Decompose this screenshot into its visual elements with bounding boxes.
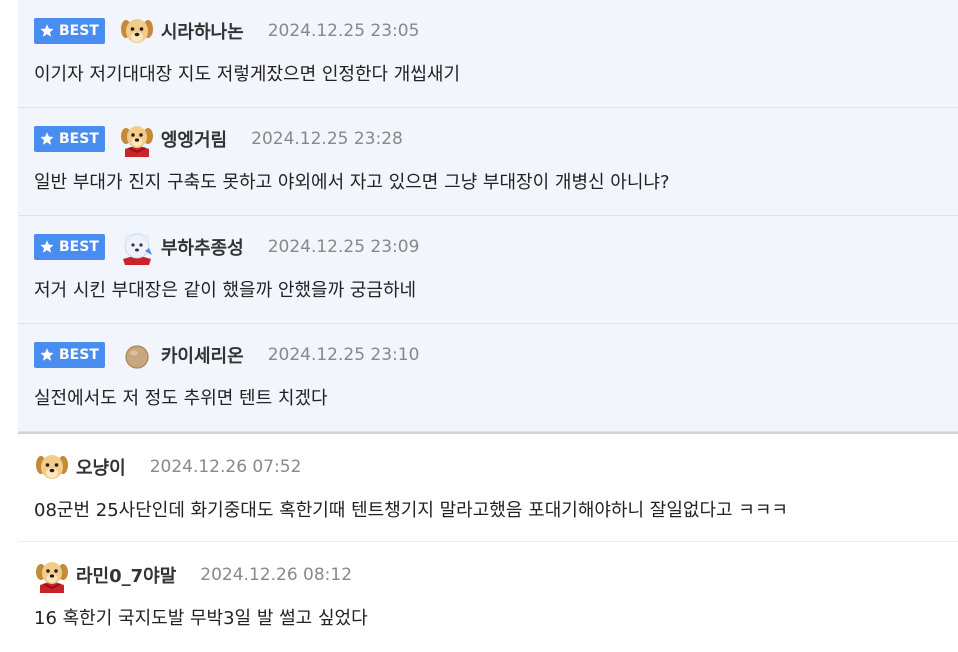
puppy-icon[interactable]	[34, 449, 70, 485]
comment-nickname[interactable]: 시라하나논	[161, 18, 244, 44]
comment-text: 일반 부대가 진지 구축도 못하고 야외에서 자고 있으면 그냥 부대장이 개병…	[34, 172, 670, 193]
best-comment: BEST 카이세리온 2024.12.25 23:10 실전에서도 저 정도 추…	[18, 324, 958, 432]
best-comment: BEST 엥엥거림 2024.12.25 23:28 일반 부대가 진지 구축도…	[18, 108, 958, 216]
puppy-red-cape-icon[interactable]	[34, 557, 70, 593]
comment-text: 실전에서도 저 정도 추위면 텐트 치겠다	[34, 388, 328, 409]
best-badge-label: BEST	[59, 239, 99, 255]
best-badge: BEST	[34, 126, 105, 152]
brown-circle-icon[interactable]	[119, 337, 155, 373]
best-comment: BEST 시라하나논 2024.12.25 23:05 이기자 저기대대장 지도…	[18, 0, 958, 108]
comment-list: BEST 시라하나논 2024.12.25 23:05 이기자 저기대대장 지도…	[18, 0, 958, 652]
comment-date: 2024.12.25 23:10	[267, 345, 420, 365]
comment-nickname[interactable]: 오냥이	[76, 454, 126, 480]
star-icon	[39, 23, 55, 39]
best-badge-label: BEST	[59, 23, 99, 39]
comment-nickname[interactable]: 라민0_7야말	[76, 562, 176, 588]
comment-header: BEST 카이세리온 2024.12.25 23:10	[34, 338, 419, 372]
star-icon	[39, 239, 55, 255]
comment-date: 2024.12.26 08:12	[200, 565, 353, 585]
comment-nickname[interactable]: 카이세리온	[161, 342, 244, 368]
comment-date: 2024.12.25 23:09	[267, 237, 420, 257]
best-badge: BEST	[34, 234, 105, 260]
comment-header: BEST 시라하나논 2024.12.25 23:05	[34, 14, 419, 48]
comment-date: 2024.12.25 23:05	[267, 21, 420, 41]
comment-header: BEST 엥엥거림 2024.12.25 23:28	[34, 122, 403, 156]
best-badge: BEST	[34, 18, 105, 44]
comment-nickname[interactable]: 엥엥거림	[161, 126, 227, 152]
comment-nickname[interactable]: 부하추종성	[161, 234, 244, 260]
puppy-icon[interactable]	[119, 13, 155, 49]
star-icon	[39, 347, 55, 363]
best-comment: BEST 부하추종성 2024.12.25 23:09 저거 시킨 부대장은 같…	[18, 216, 958, 324]
puppy-red-cape-icon[interactable]	[119, 121, 155, 157]
comment-text: 16 혹한기 국지도발 무박3일 발 썰고 싶었다	[34, 608, 368, 629]
comment-header: 오냥이 2024.12.26 07:52	[34, 450, 301, 484]
best-badge-label: BEST	[59, 131, 99, 147]
comment-date: 2024.12.25 23:28	[251, 129, 403, 149]
star-icon	[39, 131, 55, 147]
best-badge: BEST	[34, 342, 105, 368]
best-badge-label: BEST	[59, 347, 99, 363]
comment-header: BEST 부하추종성 2024.12.25 23:09	[34, 230, 419, 264]
comment-date: 2024.12.26 07:52	[149, 457, 302, 477]
comment: 라민0_7야말 2024.12.26 08:12 16 혹한기 국지도발 무박3…	[18, 542, 958, 652]
comment-text: 저거 시킨 부대장은 같이 했을까 안했을까 궁금하네	[34, 280, 417, 301]
comment: 오냥이 2024.12.26 07:52 08군번 25사단인데 화기중대도 혹…	[18, 432, 958, 542]
white-dog-icon[interactable]	[119, 229, 155, 265]
comment-text: 08군번 25사단인데 화기중대도 혹한기때 텐트챙기지 말라고했음 포대기해야…	[34, 500, 788, 521]
comment-text: 이기자 저기대대장 지도 저렇게잤으면 인정한다 개씹새기	[34, 64, 461, 85]
comment-header: 라민0_7야말 2024.12.26 08:12	[34, 558, 352, 592]
